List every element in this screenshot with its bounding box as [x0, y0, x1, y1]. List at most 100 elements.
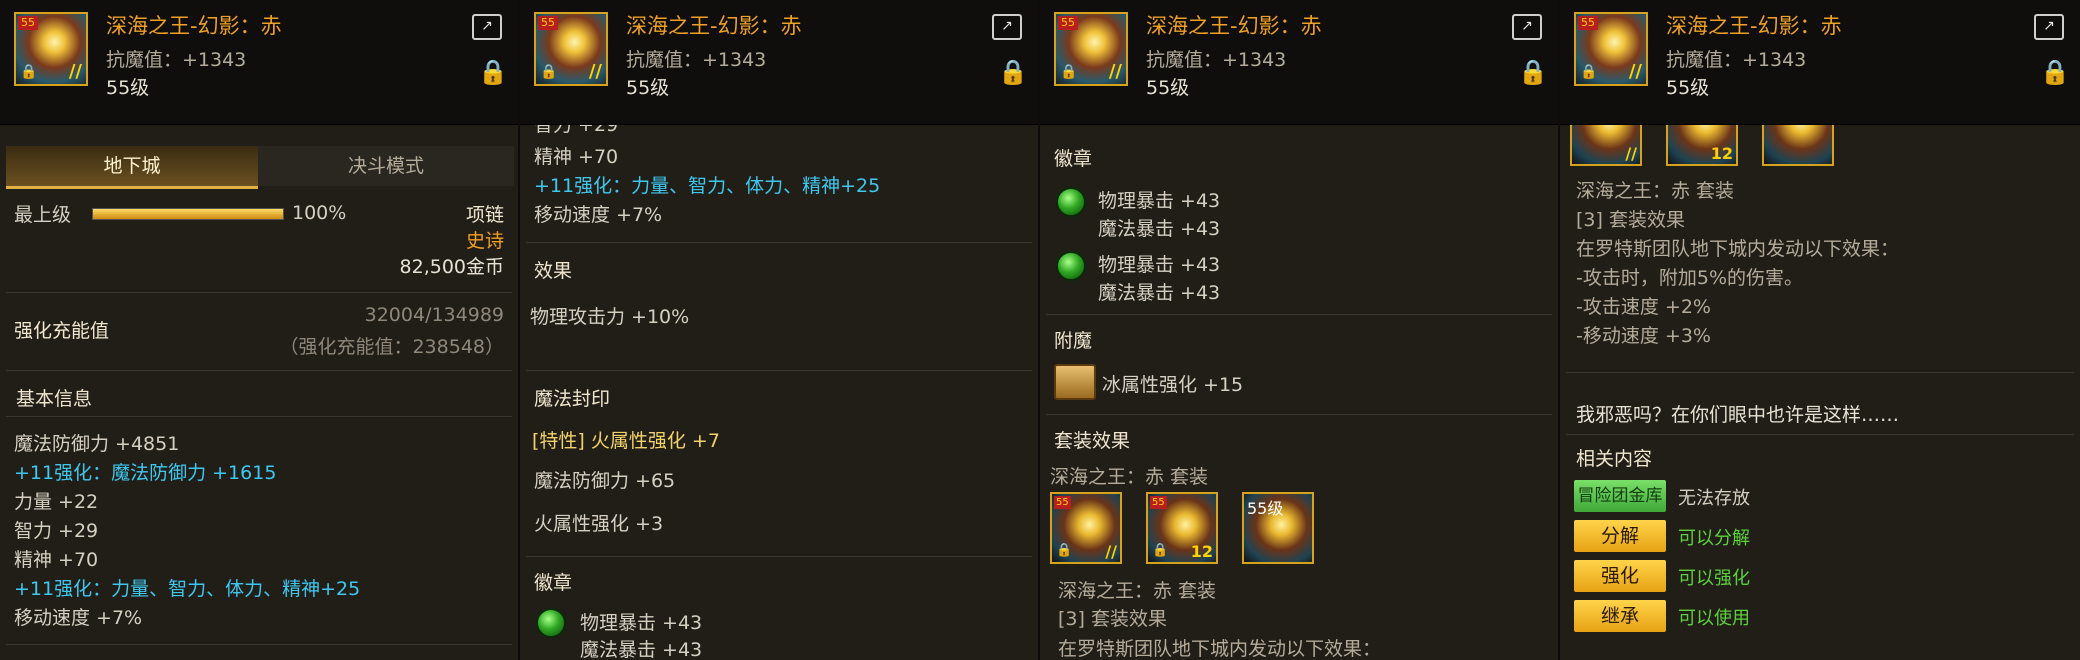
padlock-icon[interactable]: 🔒 — [2040, 58, 2070, 88]
seal-line: 火属性强化 +3 — [534, 513, 664, 535]
tooltip-panel-1: 55 🔒 // 深海之王-幻影：赤 抗魔值：+1343 55级 ↗ 🔒 地下城 … — [0, 0, 520, 660]
enh-charge-label: 强化充能值 — [14, 320, 110, 342]
share-icon[interactable]: ↗ — [992, 14, 1022, 40]
item-header: 55 🔒 // 深海之王-幻影：赤 抗魔值：+1343 55级 ↗ 🔒 — [1040, 0, 1558, 125]
grade-stripes-icon: // — [588, 61, 602, 82]
emblem-stat: 魔法暴击 +43 — [580, 639, 703, 660]
divider — [526, 242, 1032, 243]
tooltip-panel-4: // 12 深海之王：赤 套装 [3] 套装效果 在罗特斯团队地下城内发动以下效… — [1560, 0, 2080, 660]
tooltip-panel-2: 55 🔒 // 深海之王-幻影：赤 抗魔值：+1343 55级 ↗ 🔒 智力 +… — [520, 0, 1040, 660]
grade-bar — [92, 208, 284, 220]
divider — [1046, 414, 1552, 415]
item-level: 55级 — [1146, 77, 1190, 99]
mode-tabs: 地下城 决斗模式 — [6, 146, 514, 189]
set-effect-title: 套装效果 — [1054, 430, 1131, 452]
padlock-icon[interactable]: 🔒 — [998, 58, 1028, 88]
magic-seal-title: 魔法封印 — [534, 388, 611, 410]
tooltip-panel-3: 55 🔒 // 深海之王-幻影：赤 抗魔值：+1343 55级 ↗ 🔒 徽章 物… — [1040, 0, 1560, 660]
lock-icon: 🔒 — [20, 64, 38, 80]
emblem-title: 徽章 — [1054, 148, 1093, 170]
grade-stripes-icon: // — [1625, 144, 1637, 163]
magic-resist-value: 抗魔值：+1343 — [1666, 49, 1807, 71]
disassemble-button[interactable]: 分解 — [1574, 520, 1666, 552]
item-header: 55 🔒 // 深海之王-幻影：赤 抗魔值：+1343 55级 ↗ 🔒 — [1560, 0, 2080, 125]
stat-line-cut: 智力 +29 — [534, 124, 619, 136]
grade-stripes-icon: // — [1105, 542, 1117, 561]
lock-icon: 🔒 — [1060, 64, 1078, 80]
reinforce-status: 可以强化 — [1678, 568, 1750, 589]
disassemble-status: 可以分解 — [1678, 528, 1750, 549]
item-level-badge: 55 — [538, 16, 558, 30]
divider — [6, 292, 512, 293]
enchant-line: 冰属性强化 +15 — [1102, 374, 1244, 396]
grade-stripes-icon: // — [68, 61, 82, 82]
item-level: 55级 — [1666, 77, 1710, 99]
item-icon[interactable]: 55 🔒 // — [1574, 12, 1648, 86]
adventure-vault-button[interactable]: 冒险团金库 — [1574, 480, 1666, 512]
set-bonus-line: -攻击速度 +2% — [1576, 296, 1711, 318]
stat-line: 移动速度 +7% — [14, 607, 143, 629]
lock-icon: 🔒 — [540, 64, 558, 80]
enh-charge-sub: （强化充能值：238548） — [279, 336, 504, 358]
green-emblem-icon — [536, 608, 566, 638]
divider — [1566, 372, 2074, 373]
flavor-text: 我邪恶吗？在你们眼中也许是这样…… — [1576, 404, 1900, 426]
set-bonus-line: -移动速度 +3% — [1576, 325, 1711, 347]
item-name: 深海之王-幻影：赤 — [626, 14, 802, 38]
magic-resist-value: 抗魔值：+1343 — [106, 49, 247, 71]
grade-stripes-icon: // — [1108, 61, 1122, 82]
share-icon[interactable]: ↗ — [1512, 14, 1542, 40]
grade-stripes-icon: 12 — [1710, 144, 1733, 163]
set-bonus-title: [3] 套装效果 — [1058, 608, 1167, 630]
padlock-icon[interactable]: 🔒 — [478, 58, 508, 88]
tab-dungeon[interactable]: 地下城 — [6, 146, 258, 189]
divider — [6, 370, 512, 371]
set-item-icon[interactable]: 55级 — [1242, 492, 1314, 564]
reinforce-button[interactable]: 强化 — [1574, 560, 1666, 592]
item-level: 55级 — [106, 77, 150, 99]
emblem-stat: 魔法暴击 +43 — [1098, 218, 1221, 240]
share-icon[interactable]: ↗ — [472, 14, 502, 40]
enh-charge-value: 32004/134989 — [364, 304, 504, 326]
seal-trait: [特性] 火属性强化 +7 — [532, 430, 720, 452]
vault-status: 无法存放 — [1678, 488, 1750, 509]
item-icon[interactable]: 55 🔒 // — [1054, 12, 1128, 86]
effect-title: 效果 — [534, 260, 573, 282]
item-icon[interactable]: 55 🔒 // — [14, 12, 88, 86]
emblem-title: 徽章 — [534, 572, 573, 594]
emblem-stat: 魔法暴击 +43 — [1098, 282, 1221, 304]
item-level-badge: 55 — [1150, 496, 1167, 509]
set-name: 深海之王：赤 套装 — [1058, 580, 1217, 602]
stat-line: 智力 +29 — [14, 520, 99, 542]
enchant-card-icon — [1054, 364, 1096, 400]
lock-icon: 🔒 — [1580, 64, 1598, 80]
inherit-button[interactable]: 继承 — [1574, 600, 1666, 632]
grade-label: 最上级 — [14, 204, 72, 226]
stat-line: 精神 +70 — [534, 146, 619, 168]
lock-icon: 🔒 — [1152, 543, 1169, 558]
seal-line: 魔法防御力 +65 — [534, 470, 676, 492]
tab-duel-mode[interactable]: 决斗模式 — [258, 146, 514, 186]
item-level-badge: 55 — [1054, 496, 1071, 509]
item-level-badge: 55 — [1058, 16, 1078, 30]
stat-line: +11强化：力量、智力、体力、精神+25 — [14, 578, 361, 600]
set-item-icon[interactable]: 55 🔒 12 — [1146, 492, 1218, 564]
magic-resist-value: 抗魔值：+1343 — [1146, 49, 1287, 71]
stat-line: 力量 +22 — [14, 491, 99, 513]
grade-bar-fill — [93, 209, 283, 219]
item-icon[interactable]: 55 🔒 // — [534, 12, 608, 86]
item-name: 深海之王-幻影：赤 — [1666, 14, 1842, 38]
divider — [526, 556, 1032, 557]
stat-line: 精神 +70 — [14, 549, 99, 571]
grade-percent: 100% — [292, 202, 347, 224]
emblem-stat: 物理暴击 +43 — [1098, 254, 1221, 276]
set-bonus-title: [3] 套装效果 — [1576, 209, 1685, 231]
grade-stripes-icon: 12 — [1190, 542, 1213, 561]
share-icon[interactable]: ↗ — [2034, 14, 2064, 40]
padlock-icon[interactable]: 🔒 — [1518, 58, 1548, 88]
set-item-icon[interactable]: 55 🔒 // — [1050, 492, 1122, 564]
divider — [1046, 314, 1552, 315]
divider — [526, 370, 1032, 371]
set-bonus-line: 在罗特斯团队地下城内发动以下效果： — [1058, 638, 1382, 660]
set-item-level: 55级 — [1247, 499, 1284, 518]
